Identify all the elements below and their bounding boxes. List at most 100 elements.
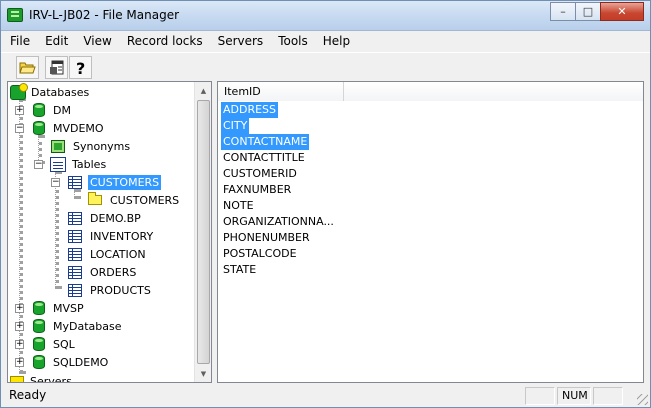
database-icon [33, 121, 45, 135]
expand-icon[interactable]: + [15, 105, 24, 115]
tree-item-label: PRODUCTS [90, 283, 151, 297]
tree-servers-label: Servers [30, 374, 72, 383]
list-item[interactable]: STATE [221, 262, 258, 278]
help-icon: ? [76, 60, 85, 76]
svg-text:?: ? [76, 60, 85, 76]
menu-edit[interactable]: Edit [45, 34, 68, 48]
tree-item-location[interactable]: LOCATION [67, 245, 148, 263]
open-folder-icon [19, 62, 36, 74]
tree-item-demo-bp[interactable]: DEMO.BP [67, 209, 143, 227]
scroll-up-arrow-icon[interactable]: ▲ [196, 82, 211, 99]
column-header-itemid[interactable]: ItemID [218, 82, 344, 101]
list-item[interactable]: CUSTOMERID [221, 166, 299, 182]
tree-item-label: ORDERS [90, 265, 137, 279]
menu-record-locks[interactable]: Record locks [127, 34, 203, 48]
menu-view[interactable]: View [83, 34, 111, 48]
menu-servers[interactable]: Servers [218, 34, 264, 48]
expand-icon[interactable]: + [15, 357, 24, 367]
table-icon [68, 212, 82, 225]
tree-item-sql[interactable]: + SQL [15, 335, 77, 353]
help-button[interactable]: ? [69, 56, 92, 79]
tree-item-label: MVDEMO [53, 121, 104, 135]
tree-item-sqldemo[interactable]: + SQLDEMO [15, 353, 110, 371]
tree-item-label: Synonyms [73, 139, 131, 153]
tree-item-mvsp[interactable]: + MVSP [15, 299, 86, 317]
open-button[interactable] [16, 56, 39, 79]
database-icon [33, 319, 45, 333]
tree-scrollbar[interactable]: ▲ ▼ [194, 82, 211, 382]
close-button[interactable]: ✕ [600, 2, 644, 21]
window-title: IRV-L-JB02 - File Manager [29, 8, 180, 22]
tree-item-label: DM [53, 103, 71, 117]
synonyms-icon [51, 140, 65, 153]
database-tree-pane[interactable]: Databases + DM − MVDEMO Synonyms − Table… [7, 81, 212, 383]
tree-item-label: LOCATION [90, 247, 146, 261]
tree-item-tables[interactable]: − Tables [34, 155, 108, 173]
tables-icon [50, 157, 66, 172]
expand-icon[interactable]: + [15, 321, 24, 331]
database-tree[interactable]: Databases + DM − MVDEMO Synonyms − Table… [8, 82, 198, 382]
collapse-icon[interactable]: − [34, 159, 43, 169]
list-item[interactable]: ADDRESS [221, 102, 279, 118]
column-header-filler [344, 82, 643, 101]
tree-item-dm[interactable]: + DM [15, 101, 73, 119]
tree-item-label: Tables [72, 157, 107, 171]
collapse-icon[interactable]: − [15, 123, 24, 133]
tree-item-customers-table[interactable]: − CUSTOMERS [51, 173, 162, 191]
tree-root-databases[interactable]: Databases [10, 83, 91, 101]
app-icon [7, 8, 23, 22]
database-icon [33, 103, 45, 117]
status-panel-num: NUM [557, 387, 591, 405]
list-header: ItemID [218, 82, 643, 101]
menu-bar: File Edit View Record locks Servers Tool… [1, 31, 650, 51]
status-panel-empty [525, 387, 555, 405]
tree-item-orders[interactable]: ORDERS [67, 263, 138, 281]
status-panel-empty [593, 387, 623, 405]
list-item[interactable]: CITY [221, 118, 250, 134]
collapse-icon[interactable]: − [51, 177, 60, 187]
list-item[interactable]: CONTACTTITLE [221, 150, 307, 166]
databases-icon [10, 83, 28, 100]
list-item[interactable]: NOTE [221, 198, 256, 214]
item-list-pane[interactable]: ItemID ADDRESS CITY CONTACTNAME CONTACTT… [217, 81, 644, 383]
tree-root-servers[interactable]: Servers [10, 372, 74, 383]
status-bar: Ready NUM [1, 384, 650, 407]
tree-item-label: MyDatabase [53, 319, 122, 333]
title-bar[interactable]: IRV-L-JB02 - File Manager – □ ✕ [1, 1, 650, 31]
status-text: Ready [9, 388, 47, 402]
tree-item-label: SQL [53, 337, 75, 351]
list-item[interactable]: CONTACTNAME [221, 134, 310, 150]
minimize-button[interactable]: – [550, 2, 576, 21]
menu-help[interactable]: Help [323, 34, 350, 48]
list-item[interactable]: POSTALCODE [221, 246, 299, 262]
tree-item-customers-dict[interactable]: CUSTOMERS [87, 191, 181, 209]
tree-item-label: CUSTOMERS [88, 174, 162, 190]
tree-root-label: Databases [31, 85, 90, 99]
list-item[interactable]: PHONENUMBER [221, 230, 312, 246]
list-item[interactable]: ORGANIZATIONNA... [221, 214, 336, 230]
tree-item-synonyms[interactable]: Synonyms [50, 137, 132, 155]
pane-layout-icon [49, 60, 63, 74]
pane-layout-button[interactable] [45, 56, 68, 79]
list-item[interactable]: FAXNUMBER [221, 182, 293, 198]
table-icon [68, 230, 82, 243]
tree-item-label: MVSP [53, 301, 84, 315]
menu-file[interactable]: File [10, 34, 30, 48]
servers-icon [10, 375, 24, 382]
menu-tools[interactable]: Tools [278, 34, 308, 48]
tree-item-mydatabase[interactable]: + MyDatabase [15, 317, 124, 335]
table-icon [68, 266, 82, 279]
expand-icon[interactable]: + [15, 303, 24, 313]
tree-item-label: INVENTORY [90, 229, 154, 243]
tree-line [55, 171, 59, 289]
tree-line [19, 98, 23, 374]
table-icon [68, 284, 82, 297]
scroll-thumb[interactable] [197, 100, 210, 364]
expand-icon[interactable]: + [15, 339, 24, 349]
maximize-button[interactable]: □ [575, 2, 601, 21]
resize-grip-icon[interactable] [637, 394, 648, 405]
tree-item-inventory[interactable]: INVENTORY [67, 227, 155, 245]
tree-item-mvdemo[interactable]: − MVDEMO [15, 119, 106, 137]
scroll-down-arrow-icon[interactable]: ▼ [196, 365, 211, 382]
tree-item-products[interactable]: PRODUCTS [67, 281, 153, 299]
